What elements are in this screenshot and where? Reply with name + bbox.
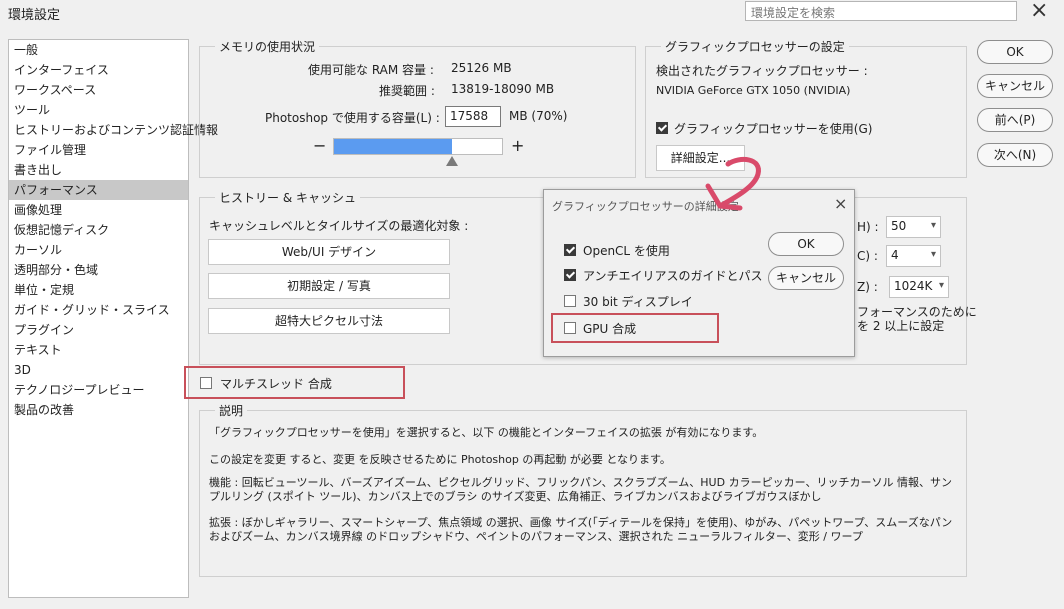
sidebar-item[interactable]: ワークスペース xyxy=(9,80,188,100)
cache-levels-select[interactable]: 4 ▾ xyxy=(886,245,941,267)
chevron-down-icon: ▾ xyxy=(938,280,944,291)
description-legend: 説明 xyxy=(215,402,248,419)
gpu-detected-label: 検出されたグラフィックプロセッサー : xyxy=(656,64,868,78)
chevron-down-icon: ▾ xyxy=(930,220,936,231)
search-input[interactable]: 環境設定を検索 xyxy=(745,1,1017,21)
ok-button[interactable]: OK xyxy=(977,40,1053,64)
web-ui-design-button[interactable]: Web/UI デザイン xyxy=(208,239,450,265)
sidebar-item[interactable]: 仮想記憶ディスク xyxy=(9,220,188,240)
dialog-ok-button[interactable]: OK xyxy=(768,232,844,256)
next-button[interactable]: 次へ(N) xyxy=(977,143,1053,167)
minus-icon[interactable]: − xyxy=(313,136,326,155)
gpu-compositing-checkbox[interactable] xyxy=(564,322,576,334)
chevron-down-icon: ▾ xyxy=(930,249,936,260)
close-icon[interactable]: × xyxy=(1030,0,1048,23)
tile-size-label: Z) : xyxy=(857,280,878,294)
cache-note-line2: を 2 以上に設定 xyxy=(857,319,945,333)
sidebar-item[interactable]: ヒストリーおよびコンテンツ認証情報 xyxy=(9,120,218,140)
ram-use-unit: MB (70%) xyxy=(509,109,568,123)
gpu-name: NVIDIA GeForce GTX 1050 (NVIDIA) xyxy=(656,84,851,97)
sidebar-item[interactable]: テクノロジープレビュー xyxy=(9,380,188,400)
antialias-checkbox[interactable] xyxy=(564,269,576,281)
ram-slider-fill xyxy=(334,139,452,154)
plus-icon[interactable]: + xyxy=(511,136,524,155)
sidebar-item[interactable]: プラグイン xyxy=(9,320,188,340)
30bit-label: 30 bit ディスプレイ xyxy=(583,295,693,309)
available-ram-value: 25126 MB xyxy=(451,61,512,75)
sidebar: 一般 インターフェイス ワークスペース ツール ヒストリーおよびコンテンツ認証情報 ファイ… xyxy=(8,39,218,598)
dialog-cancel-button[interactable]: キャンセル xyxy=(768,266,844,290)
sidebar-item[interactable]: インターフェイス xyxy=(9,60,188,80)
sidebar-item[interactable]: 一般 xyxy=(9,40,188,60)
available-ram-label: 使用可能な RAM 容量 : xyxy=(308,63,434,77)
history-states-label: H) : xyxy=(857,220,879,234)
sidebar-item[interactable]: ツール xyxy=(9,100,188,120)
sidebar-item[interactable]: ガイド・グリッド・スライス xyxy=(9,300,188,320)
use-gpu-label: グラフィックプロセッサーを使用(G) xyxy=(674,122,873,136)
cache-levels-value: 4 xyxy=(891,248,899,262)
multithread-checkbox[interactable] xyxy=(200,377,212,389)
multithread-label: マルチスレッド 合成 xyxy=(220,377,332,391)
tile-size-value: 1024K xyxy=(894,279,933,293)
ram-slider-thumb[interactable] xyxy=(445,156,458,166)
opencl-label: OpenCL を使用 xyxy=(583,244,670,258)
ram-use-field[interactable]: 17588 xyxy=(445,106,501,127)
window-title: 環境設定 xyxy=(8,8,61,23)
sidebar-item[interactable]: 単位・定規 xyxy=(9,280,188,300)
history-cache-legend: ヒストリー & キャッシュ xyxy=(215,189,360,206)
sidebar-item[interactable]: 製品の改善 xyxy=(9,400,188,420)
sidebar-item[interactable]: 書き出し xyxy=(9,160,188,180)
cancel-button[interactable]: キャンセル xyxy=(977,74,1053,98)
use-gpu-checkbox[interactable] xyxy=(656,122,668,134)
recommended-label: 推奨範囲 : xyxy=(379,84,435,98)
description-p2: この設定を変更 すると、変更 を反映させるために Photoshop の再起動 … xyxy=(209,453,671,466)
history-states-value: 50 xyxy=(891,219,907,233)
dialog-close-icon[interactable]: × xyxy=(834,194,847,213)
prev-button[interactable]: 前へ(P) xyxy=(977,108,1053,132)
annotation-arrow-icon xyxy=(705,156,761,211)
sidebar-item[interactable]: テキスト xyxy=(9,340,188,360)
history-states-select[interactable]: 50 ▾ xyxy=(886,216,941,238)
ram-slider-track[interactable] xyxy=(333,138,503,155)
sidebar-item[interactable]: パフォーマンス xyxy=(9,180,188,200)
gpu-legend: グラフィックプロセッサーの設定 xyxy=(661,38,849,55)
cache-optimize-label: キャッシュレベルとタイルサイズの最適化対象 : xyxy=(209,219,469,233)
sidebar-item[interactable]: カーソル xyxy=(9,240,188,260)
antialias-label: アンチエイリアスのガイドとパス xyxy=(583,269,763,283)
sidebar-item[interactable]: 画像処理 xyxy=(9,200,188,220)
description-p1: 「グラフィックプロセッサーを使用」を選択すると、以下 の機能とインターフェイスの… xyxy=(209,426,764,439)
opencl-checkbox[interactable] xyxy=(564,244,576,256)
cache-levels-label: C) : xyxy=(857,249,878,263)
huge-pixel-button[interactable]: 超特大ピクセル寸法 xyxy=(208,308,450,334)
sidebar-item[interactable]: 3D xyxy=(9,360,188,380)
advanced-gpu-dialog: グラフィックプロセッサーの詳細設定 × OpenCL を使用 アンチエイリアスの… xyxy=(543,189,855,357)
description-p4: 拡張 : ぼかしギャラリー、スマートシャープ、焦点領域 の選択、画像 サイズ(「… xyxy=(209,516,953,543)
memory-legend: メモリの使用状況 xyxy=(215,38,320,55)
description-p3: 機能 : 回転ビューツール、バーズアイズーム、ピクセルグリッド、フリックパン、ス… xyxy=(209,476,952,503)
30bit-checkbox[interactable] xyxy=(564,295,576,307)
recommended-value: 13819-18090 MB xyxy=(451,82,555,96)
ram-use-label: Photoshop で使用する容量(L) : xyxy=(265,111,440,125)
sidebar-item[interactable]: ファイル管理 xyxy=(9,140,188,160)
gpu-compositing-label: GPU 合成 xyxy=(583,322,637,336)
default-photo-button[interactable]: 初期設定 / 写真 xyxy=(208,273,450,299)
sidebar-item[interactable]: 透明部分・色域 xyxy=(9,260,188,280)
tile-size-select[interactable]: 1024K ▾ xyxy=(889,276,949,298)
